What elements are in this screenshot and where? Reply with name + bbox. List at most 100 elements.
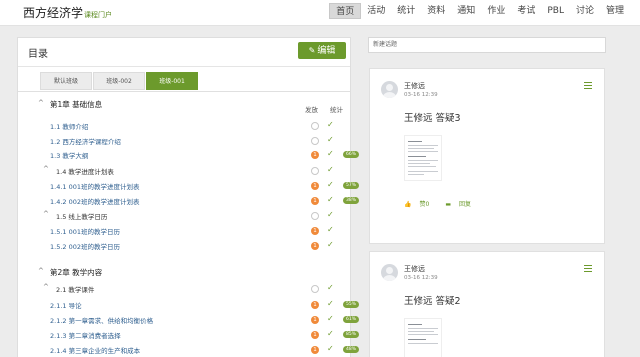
- catalog-item[interactable]: 1.5.1 001班的教学日历 1 ✓: [18, 225, 350, 239]
- main-nav: 首页 活动 统计 资料 通知 作业 考试 PBL 讨论 管理: [329, 3, 630, 19]
- like-button[interactable]: 👍 赞0: [404, 199, 437, 208]
- check-icon: ✓: [327, 225, 334, 234]
- row-label[interactable]: 1.5 线上教学日历: [56, 211, 107, 221]
- catalog-item[interactable]: 1.4.2 002班的教学进度计划表 1 ✓ 38%: [18, 195, 360, 209]
- publish-badge[interactable]: 1: [311, 182, 319, 190]
- row-label[interactable]: 1.5.1 001班的教学日历: [50, 226, 120, 236]
- publish-circle-icon[interactable]: [311, 167, 319, 175]
- nav-stats[interactable]: 统计: [391, 3, 421, 19]
- chapter-row[interactable]: ^ 第2章 教学内容: [18, 267, 350, 281]
- attachment-thumbnail[interactable]: [404, 318, 442, 357]
- check-icon: ✓: [327, 240, 334, 249]
- publish-badge[interactable]: 1: [311, 346, 319, 354]
- reply-button[interactable]: ▬ 回复: [445, 199, 479, 208]
- chevron-up-icon[interactable]: ^: [43, 165, 49, 173]
- row-label[interactable]: 1.5.2 002班的教学日历: [50, 241, 120, 251]
- reply-label: 回复: [458, 201, 471, 208]
- nav-discussion[interactable]: 讨论: [570, 3, 600, 19]
- stats-percent-badge[interactable]: 61%: [343, 316, 360, 323]
- post-actions: 👍 赞0 ▬ 回复: [404, 199, 487, 208]
- nav-pbl[interactable]: PBL: [541, 3, 570, 19]
- chapter-row[interactable]: ^ 第1章 基础信息: [18, 99, 350, 113]
- check-icon: ✓: [327, 299, 334, 308]
- chevron-up-icon[interactable]: ^: [43, 283, 49, 291]
- reply-icon: ▬: [445, 201, 451, 208]
- row-label[interactable]: 第2章 教学内容: [50, 267, 102, 278]
- tab-class-002[interactable]: 班级-002: [93, 72, 145, 90]
- catalog-item[interactable]: 1.3 教学大纲 1 ✓ 66%: [18, 149, 360, 163]
- pencil-icon: ✎: [308, 46, 316, 55]
- catalog-item[interactable]: 1.4.1 001班的教学进度计划表 1 ✓ 57%: [18, 180, 360, 194]
- publish-badge[interactable]: 1: [311, 316, 319, 324]
- catalog-item[interactable]: 2.1.2 第一章需求、供给和均衡价格 1 ✓ 61%: [18, 314, 360, 328]
- row-label[interactable]: 2.1.4 第三章企业的生产和成本: [50, 345, 140, 355]
- row-label[interactable]: 1.2 西方经济学课程介绍: [50, 136, 121, 146]
- row-label[interactable]: 第1章 基础信息: [50, 99, 102, 110]
- row-label[interactable]: 1.4.2 002班的教学进度计划表: [50, 196, 140, 206]
- attachment-thumbnail[interactable]: [404, 135, 442, 181]
- catalog-item[interactable]: 1.2 西方经济学课程介绍 ✓: [18, 135, 350, 149]
- check-icon: ✓: [327, 120, 334, 129]
- edit-button[interactable]: ✎ 编辑: [298, 42, 346, 59]
- chevron-up-icon[interactable]: ^: [38, 267, 44, 275]
- nav-materials[interactable]: 资料: [421, 3, 451, 19]
- chevron-up-icon[interactable]: ^: [43, 210, 49, 218]
- section-row[interactable]: ^ 2.1 教学课件 ✓: [18, 283, 350, 297]
- check-icon: ✓: [327, 165, 334, 174]
- stats-percent-badge[interactable]: 66%: [343, 151, 360, 158]
- publish-badge[interactable]: 1: [311, 197, 319, 205]
- post-author[interactable]: 王修远: [404, 264, 425, 274]
- section-row[interactable]: ^ 1.5 线上教学日历 ✓: [18, 210, 350, 224]
- row-label[interactable]: 1.3 教学大纲: [50, 150, 88, 160]
- publish-badge[interactable]: 1: [311, 331, 319, 339]
- publish-circle-icon[interactable]: [311, 285, 319, 293]
- publish-circle-icon[interactable]: [311, 212, 319, 220]
- stats-percent-badge[interactable]: 85%: [343, 331, 360, 338]
- stats-percent-badge[interactable]: 57%: [343, 182, 360, 189]
- menu-icon[interactable]: [584, 82, 592, 91]
- catalog-item[interactable]: 2.1.4 第三章企业的生产和成本 1 ✓ 48%: [18, 344, 360, 357]
- nav-notices[interactable]: 通知: [451, 3, 481, 19]
- catalog-item[interactable]: 2.1.1 导论 1 ✓ 55%: [18, 299, 360, 313]
- edit-button-label: 编辑: [317, 46, 336, 56]
- course-title: 西方经济学: [23, 6, 84, 20]
- publish-circle-icon[interactable]: [311, 137, 319, 145]
- row-label[interactable]: 1.4.1 001班的教学进度计划表: [50, 181, 140, 191]
- section-row[interactable]: ^ 1.4 教学进度计划表 ✓: [18, 165, 350, 179]
- publish-badge[interactable]: 1: [311, 151, 319, 159]
- post-title[interactable]: 王修远 答疑2: [404, 293, 461, 307]
- menu-icon[interactable]: [584, 265, 592, 274]
- stats-percent-badge[interactable]: 38%: [343, 197, 360, 204]
- check-icon: ✓: [327, 180, 334, 189]
- row-label[interactable]: 2.1.3 第二章消费者选择: [50, 330, 121, 340]
- row-label[interactable]: 2.1.2 第一章需求、供给和均衡价格: [50, 315, 153, 325]
- post-author[interactable]: 王修远: [404, 81, 425, 91]
- nav-home[interactable]: 首页: [329, 3, 362, 19]
- publish-circle-icon[interactable]: [311, 122, 319, 130]
- catalog-item[interactable]: 1.5.2 002班的教学日历 1 ✓: [18, 240, 350, 254]
- post-title[interactable]: 王修远 答疑3: [404, 110, 461, 124]
- nav-exam[interactable]: 考试: [511, 3, 541, 19]
- row-label[interactable]: 2.1.1 导论: [50, 300, 82, 310]
- new-topic-input[interactable]: 新建话题: [368, 37, 606, 53]
- publish-badge[interactable]: 1: [311, 242, 319, 250]
- catalog-item[interactable]: 1.1 教师介绍 ✓: [18, 120, 350, 134]
- tab-default-class[interactable]: 默认班级: [40, 72, 92, 90]
- course-brand[interactable]: 西方经济学课程门户: [23, 4, 112, 21]
- publish-badge[interactable]: 1: [311, 301, 319, 309]
- course-subtitle: 课程门户: [84, 11, 113, 19]
- tab-class-001[interactable]: 班级-001: [146, 72, 198, 90]
- catalog-panel: 目录 ✎ 编辑 默认班级 班级-002 班级-001 发放 统计 ^ 第1章 基础信…: [17, 37, 360, 357]
- nav-manage[interactable]: 管理: [600, 3, 630, 19]
- catalog-title: 目录: [28, 49, 48, 60]
- chevron-up-icon[interactable]: ^: [38, 99, 44, 107]
- row-label[interactable]: 1.1 教师介绍: [50, 121, 88, 131]
- stats-percent-badge[interactable]: 55%: [343, 301, 360, 308]
- stats-percent-badge[interactable]: 48%: [343, 346, 360, 353]
- row-label[interactable]: 1.4 教学进度计划表: [56, 166, 114, 176]
- nav-homework[interactable]: 作业: [481, 3, 511, 19]
- catalog-item[interactable]: 2.1.3 第二章消费者选择 1 ✓ 85%: [18, 329, 360, 343]
- row-label[interactable]: 2.1 教学课件: [56, 284, 94, 294]
- nav-activity[interactable]: 活动: [361, 3, 391, 19]
- publish-badge[interactable]: 1: [311, 227, 319, 235]
